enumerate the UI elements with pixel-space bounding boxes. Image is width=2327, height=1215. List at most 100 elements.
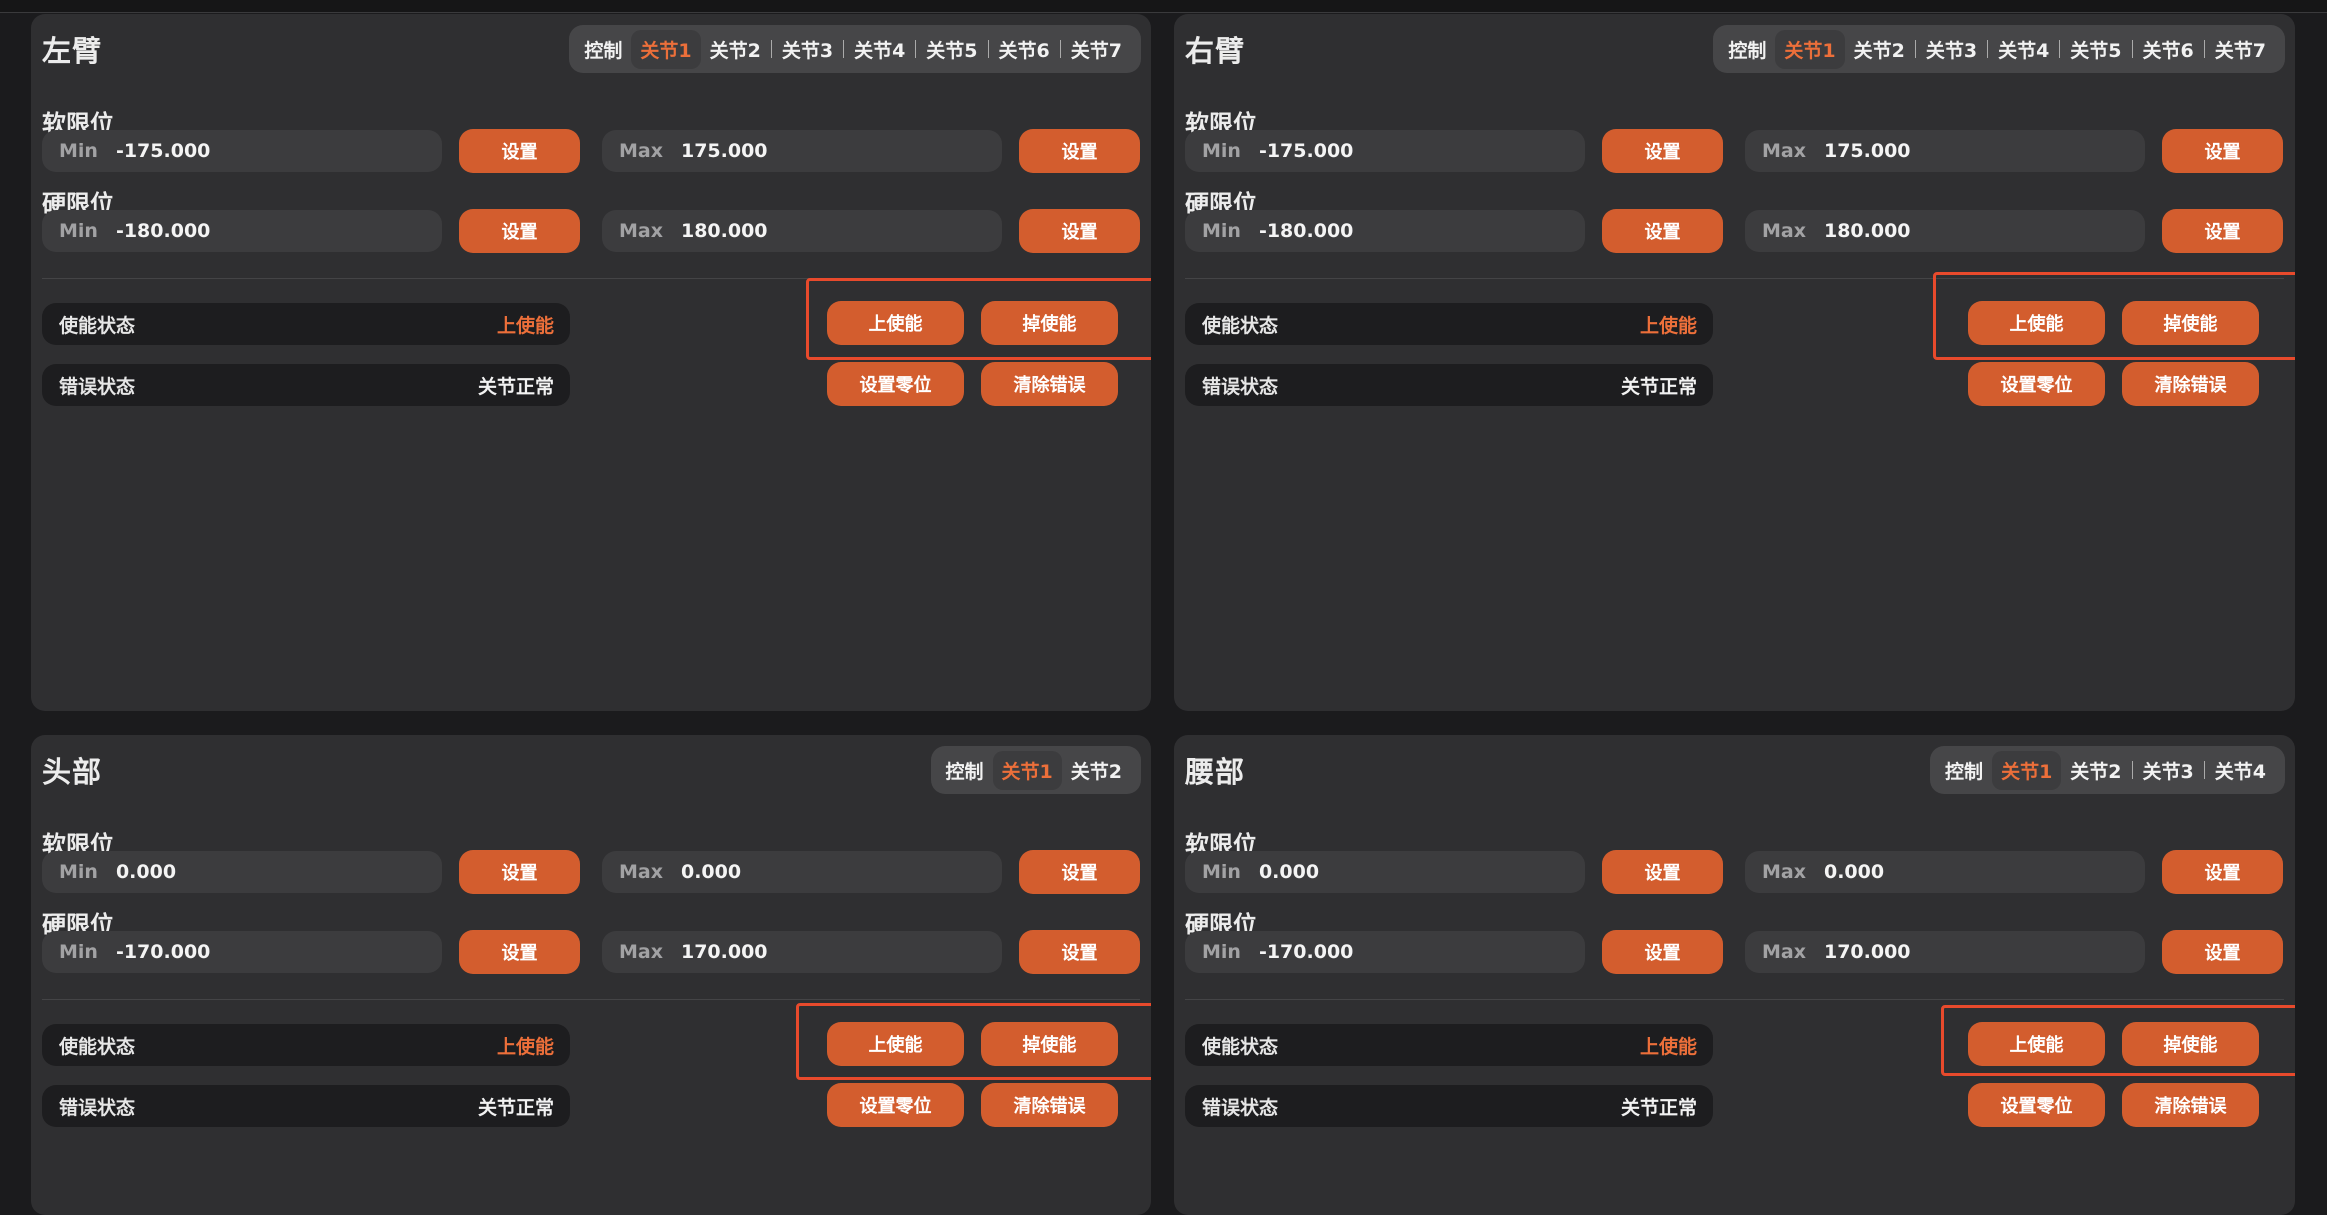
enable-off-button[interactable]: 掉使能 (981, 301, 1118, 345)
error-status-value: 关节正常 (1620, 1096, 1697, 1119)
hard-limit-min-field[interactable]: Min -180.000 (42, 210, 442, 252)
hard-limit-min-value: -170.000 (1258, 941, 1354, 963)
tab-joint-3[interactable]: 关节3 (1917, 30, 1986, 69)
enable-off-button[interactable]: 掉使能 (2122, 301, 2259, 345)
tab-joint-4[interactable]: 关节4 (2206, 751, 2275, 790)
tab-joint-1[interactable]: 关节1 (992, 750, 1062, 790)
max-label: Max (619, 220, 663, 242)
tab-joint-3[interactable]: 关节3 (2134, 751, 2203, 790)
clear-error-button[interactable]: 清除错误 (981, 362, 1118, 406)
joint-tab-bar: 控制 关节1 关节2 关节3 关节4 关节5 关节6 关节7 (569, 25, 1141, 73)
soft-min-set-button[interactable]: 设置 (459, 850, 580, 894)
panel-title: 左臂 (42, 34, 103, 68)
enable-status-label: 使能状态 (1202, 314, 1279, 337)
soft-limit-min-field[interactable]: Min 0.000 (1185, 851, 1585, 893)
clear-error-button[interactable]: 清除错误 (981, 1083, 1118, 1127)
tab-joint-4[interactable]: 关节4 (845, 30, 914, 69)
tab-joint-5[interactable]: 关节5 (917, 30, 986, 69)
soft-min-set-button[interactable]: 设置 (1602, 850, 1723, 894)
soft-limit-min-field[interactable]: Min 0.000 (42, 851, 442, 893)
clear-error-button[interactable]: 清除错误 (2122, 1083, 2259, 1127)
hard-limit-max-value: 170.000 (680, 941, 768, 963)
soft-limit-max-field[interactable]: Max 0.000 (602, 851, 1002, 893)
tab-joint-1[interactable]: 关节1 (631, 29, 701, 69)
hard-max-set-button[interactable]: 设置 (2162, 930, 2283, 974)
soft-limit-min-field[interactable]: Min -175.000 (1185, 130, 1585, 172)
soft-limit-max-value: 175.000 (1823, 140, 1911, 162)
hard-limit-max-field[interactable]: Max 180.000 (602, 210, 1002, 252)
hard-limit-max-field[interactable]: Max 180.000 (1745, 210, 2145, 252)
tab-control[interactable]: 控制 (1936, 751, 1992, 790)
tab-joint-7[interactable]: 关节7 (1062, 30, 1131, 69)
soft-limit-max-field[interactable]: Max 0.000 (1745, 851, 2145, 893)
tab-separator (2131, 40, 2133, 58)
hard-limit-min-field[interactable]: Min -170.000 (42, 931, 442, 973)
enable-on-button[interactable]: 上使能 (827, 301, 964, 345)
hard-min-set-button[interactable]: 设置 (459, 930, 580, 974)
tab-joint-1[interactable]: 关节1 (1775, 29, 1845, 69)
soft-max-set-button[interactable]: 设置 (1019, 850, 1140, 894)
soft-limit-max-field[interactable]: Max 175.000 (1745, 130, 2145, 172)
hard-limit-min-field[interactable]: Min -170.000 (1185, 931, 1585, 973)
set-zero-button[interactable]: 设置零位 (827, 1083, 964, 1127)
tab-control[interactable]: 控制 (937, 751, 993, 790)
soft-limit-max-field[interactable]: Max 175.000 (602, 130, 1002, 172)
enable-on-button[interactable]: 上使能 (1968, 1022, 2105, 1066)
tab-control[interactable]: 控制 (1719, 30, 1775, 69)
hard-max-set-button[interactable]: 设置 (1019, 930, 1140, 974)
error-status-value: 关节正常 (477, 1096, 554, 1119)
hard-limit-max-field[interactable]: Max 170.000 (1745, 931, 2145, 973)
set-zero-button[interactable]: 设置零位 (1968, 1083, 2105, 1127)
tab-joint-4[interactable]: 关节4 (1989, 30, 2058, 69)
soft-max-set-button[interactable]: 设置 (2162, 129, 2283, 173)
soft-limit-min-field[interactable]: Min -175.000 (42, 130, 442, 172)
hard-max-set-button[interactable]: 设置 (1019, 209, 1140, 253)
tab-joint-2[interactable]: 关节2 (1845, 30, 1914, 69)
hard-limit-min-value: -180.000 (1258, 220, 1354, 242)
tab-control[interactable]: 控制 (575, 30, 631, 69)
hard-max-set-button[interactable]: 设置 (2162, 209, 2283, 253)
tab-joint-3[interactable]: 关节3 (773, 30, 842, 69)
tab-separator (1059, 40, 1061, 58)
tab-separator (1914, 40, 1916, 58)
enable-on-button[interactable]: 上使能 (1968, 301, 2105, 345)
soft-limit-min-value: -175.000 (1258, 140, 1354, 162)
hard-min-set-button[interactable]: 设置 (459, 209, 580, 253)
soft-limit-min-value: -175.000 (115, 140, 211, 162)
soft-max-set-button[interactable]: 设置 (1019, 129, 1140, 173)
error-status-value: 关节正常 (1620, 375, 1697, 398)
tab-joint-6[interactable]: 关节6 (2134, 30, 2203, 69)
tab-joint-2[interactable]: 关节2 (2061, 751, 2130, 790)
soft-max-set-button[interactable]: 设置 (2162, 850, 2283, 894)
enable-on-button[interactable]: 上使能 (827, 1022, 964, 1066)
enable-status-label: 使能状态 (59, 314, 136, 337)
min-label: Min (59, 861, 98, 883)
tab-joint-2[interactable]: 关节2 (1062, 751, 1131, 790)
min-label: Min (1202, 861, 1241, 883)
hard-limit-min-field[interactable]: Min -180.000 (1185, 210, 1585, 252)
tab-joint-6[interactable]: 关节6 (990, 30, 1059, 69)
clear-error-button[interactable]: 清除错误 (2122, 362, 2259, 406)
tab-joint-2[interactable]: 关节2 (701, 30, 770, 69)
soft-min-set-button[interactable]: 设置 (1602, 129, 1723, 173)
soft-min-set-button[interactable]: 设置 (459, 129, 580, 173)
enable-status-label: 使能状态 (1202, 1035, 1279, 1058)
soft-limit-max-value: 175.000 (680, 140, 768, 162)
section-divider (1185, 278, 2284, 279)
enable-off-button[interactable]: 掉使能 (981, 1022, 1118, 1066)
tab-joint-5[interactable]: 关节5 (2061, 30, 2130, 69)
tab-separator (843, 40, 845, 58)
soft-limit-max-value: 0.000 (680, 861, 742, 883)
section-divider (42, 999, 1140, 1000)
enable-status-row: 使能状态 上使能 (42, 1024, 570, 1066)
set-zero-button[interactable]: 设置零位 (827, 362, 964, 406)
tab-joint-7[interactable]: 关节7 (2206, 30, 2275, 69)
hard-min-set-button[interactable]: 设置 (1602, 930, 1723, 974)
hard-limit-max-field[interactable]: Max 170.000 (602, 931, 1002, 973)
set-zero-button[interactable]: 设置零位 (1968, 362, 2105, 406)
hard-limit-max-value: 180.000 (1823, 220, 1911, 242)
max-label: Max (619, 861, 663, 883)
tab-joint-1[interactable]: 关节1 (1992, 750, 2062, 790)
enable-off-button[interactable]: 掉使能 (2122, 1022, 2259, 1066)
hard-min-set-button[interactable]: 设置 (1602, 209, 1723, 253)
